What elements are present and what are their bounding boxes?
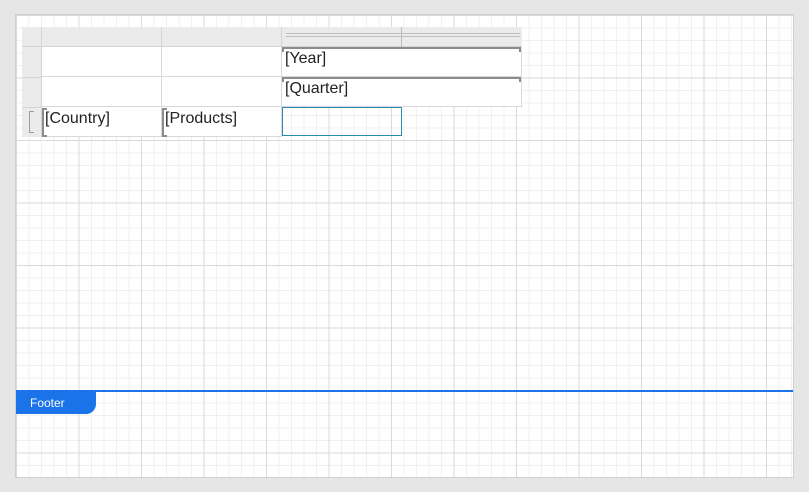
pivot-grid[interactable]: [Year] [Quarter] [Country] [Products] bbox=[22, 27, 522, 137]
selected-data-cell[interactable] bbox=[282, 107, 402, 136]
pivot-empty-cell[interactable] bbox=[42, 47, 162, 77]
pivot-empty-cell[interactable] bbox=[42, 77, 162, 107]
quarter-field-cell[interactable]: [Quarter] bbox=[282, 77, 522, 107]
report-design-surface[interactable]: [Year] [Quarter] [Country] [Products] Fo… bbox=[15, 14, 794, 478]
pivot-column-header-1[interactable] bbox=[42, 27, 162, 47]
pivot-row-handle-strip[interactable] bbox=[22, 47, 42, 137]
pivot-empty-cell[interactable] bbox=[162, 77, 282, 107]
footer-band-separator[interactable] bbox=[16, 390, 793, 392]
row-divider bbox=[22, 107, 42, 108]
column-group-indicator bbox=[286, 33, 401, 37]
pivot-column-header-strip bbox=[22, 27, 522, 47]
quarter-field-label: [Quarter] bbox=[285, 80, 349, 97]
pivot-empty-cell[interactable] bbox=[162, 47, 282, 77]
pivot-column-header-4[interactable] bbox=[402, 27, 522, 47]
products-field-label: [Products] bbox=[165, 110, 238, 127]
year-field-label: [Year] bbox=[285, 50, 327, 67]
row-group-marker bbox=[29, 111, 34, 133]
pivot-corner-handle[interactable] bbox=[22, 27, 42, 47]
column-group-indicator bbox=[402, 33, 520, 37]
products-field-cell[interactable]: [Products] bbox=[162, 107, 282, 137]
country-field-label: [Country] bbox=[45, 110, 110, 127]
footer-band-tab[interactable]: Footer bbox=[16, 392, 96, 414]
row-divider bbox=[22, 77, 42, 78]
pivot-column-header-2[interactable] bbox=[162, 27, 282, 47]
country-field-cell[interactable]: [Country] bbox=[42, 107, 162, 137]
year-field-cell[interactable]: [Year] bbox=[282, 47, 522, 77]
pivot-column-header-3[interactable] bbox=[282, 27, 402, 47]
